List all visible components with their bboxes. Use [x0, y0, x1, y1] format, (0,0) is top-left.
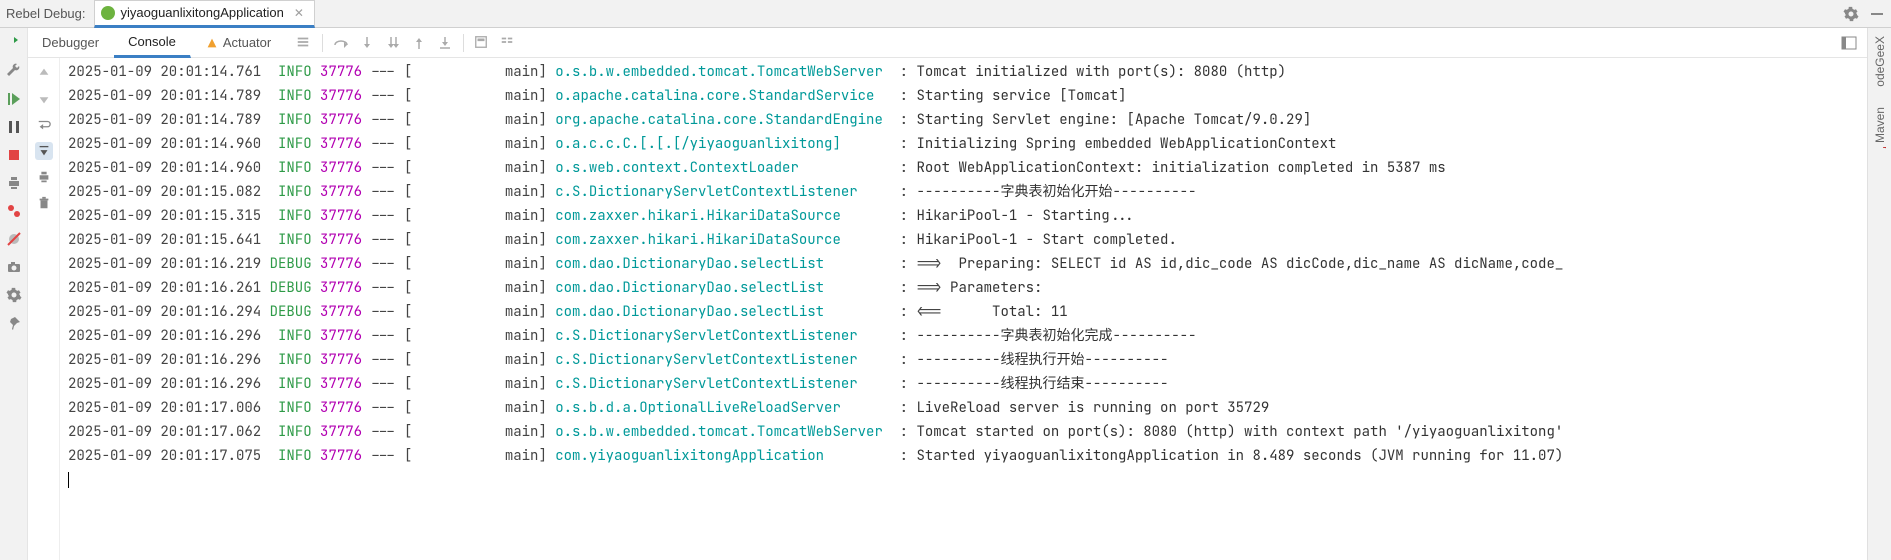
- right-tool-rail: odeGeeX m Maven: [1867, 28, 1891, 560]
- evaluate-icon[interactable]: [474, 35, 490, 51]
- log-line: 2025-01-09 20:01:16.296 INFO 37776 --- […: [68, 372, 1859, 396]
- log-line: 2025-01-09 20:01:14.789 INFO 37776 --- […: [68, 84, 1859, 108]
- maven-icon: m: [1874, 147, 1886, 159]
- debug-title-label: Rebel Debug:: [6, 6, 86, 21]
- debug-title-bar: Rebel Debug: yiyaoguanlixitongApplicatio…: [0, 0, 1891, 28]
- camera-icon[interactable]: [5, 258, 23, 276]
- log-line: 2025-01-09 20:01:15.641 INFO 37776 --- […: [68, 228, 1859, 252]
- debug-left-toolbar: [0, 28, 28, 560]
- soft-wrap-icon[interactable]: [35, 116, 53, 134]
- step-out-icon[interactable]: [411, 35, 427, 51]
- force-step-into-icon[interactable]: [385, 35, 401, 51]
- input-caret[interactable]: [68, 468, 1859, 488]
- codegeex-label: odeGeeX: [1873, 36, 1887, 87]
- show-exec-point-icon[interactable]: [296, 35, 312, 51]
- pause-icon[interactable]: [5, 118, 23, 136]
- tab-actuator-label: Actuator: [223, 35, 271, 50]
- print-icon[interactable]: [5, 174, 23, 192]
- layout-settings-icon[interactable]: [1841, 35, 1857, 51]
- log-line: 2025-01-09 20:01:16.261 DEBUG 37776 --- …: [68, 276, 1859, 300]
- gear-icon[interactable]: [5, 286, 23, 304]
- log-line: 2025-01-09 20:01:16.294 DEBUG 37776 --- …: [68, 300, 1859, 324]
- resume-icon[interactable]: [5, 90, 23, 108]
- run-config-name: yiyaoguanlixitongApplication: [121, 5, 284, 20]
- run-to-cursor-icon[interactable]: [437, 35, 453, 51]
- tab-debugger[interactable]: Debugger: [28, 28, 114, 58]
- log-line: 2025-01-09 20:01:14.761 INFO 37776 --- […: [68, 60, 1859, 84]
- settings-icon[interactable]: [1843, 6, 1859, 22]
- pin-icon[interactable]: [5, 314, 23, 332]
- trace-icon[interactable]: [500, 35, 516, 51]
- arrow-up-icon[interactable]: [35, 64, 53, 82]
- tab-debugger-label: Debugger: [42, 35, 99, 50]
- tab-actuator[interactable]: Actuator: [191, 28, 286, 58]
- view-breakpoints-icon[interactable]: [5, 202, 23, 220]
- codegeex-tool-button[interactable]: odeGeeX: [1873, 36, 1887, 87]
- spring-boot-icon: [101, 6, 115, 20]
- log-line: 2025-01-09 20:01:14.960 INFO 37776 --- […: [68, 156, 1859, 180]
- log-line: 2025-01-09 20:01:15.315 INFO 37776 --- […: [68, 204, 1859, 228]
- close-tab-icon[interactable]: ✕: [294, 6, 304, 20]
- svg-text:m: m: [1880, 147, 1886, 149]
- wrench-icon[interactable]: [5, 62, 23, 80]
- maven-tool-button[interactable]: m Maven: [1873, 107, 1887, 159]
- stop-icon[interactable]: [5, 146, 23, 164]
- step-into-icon[interactable]: [359, 35, 375, 51]
- log-line: 2025-01-09 20:01:16.296 INFO 37776 --- […: [68, 324, 1859, 348]
- console-output[interactable]: 2025-01-09 20:01:14.761 INFO 37776 --- […: [60, 58, 1867, 560]
- debug-tool-tabs-row: Debugger Console Actuator: [28, 28, 1867, 58]
- log-line: 2025-01-09 20:01:14.960 INFO 37776 --- […: [68, 132, 1859, 156]
- log-line: 2025-01-09 20:01:16.219 DEBUG 37776 --- …: [68, 252, 1859, 276]
- tab-console-label: Console: [128, 34, 176, 49]
- minimize-icon[interactable]: [1869, 6, 1885, 22]
- mute-breakpoints-icon[interactable]: [5, 230, 23, 248]
- scroll-to-end-icon[interactable]: [35, 142, 53, 160]
- maven-label: Maven: [1873, 107, 1887, 143]
- print-console-icon[interactable]: [35, 168, 53, 186]
- clear-all-icon[interactable]: [35, 194, 53, 212]
- log-line: 2025-01-09 20:01:14.789 INFO 37776 --- […: [68, 108, 1859, 132]
- rerun-icon[interactable]: [5, 34, 23, 52]
- run-config-tab[interactable]: yiyaoguanlixitongApplication ✕: [94, 0, 315, 28]
- tab-console[interactable]: Console: [114, 28, 191, 58]
- log-line: 2025-01-09 20:01:17.062 INFO 37776 --- […: [68, 420, 1859, 444]
- arrow-down-icon[interactable]: [35, 90, 53, 108]
- console-side-toolbar: [28, 58, 60, 560]
- log-line: 2025-01-09 20:01:16.296 INFO 37776 --- […: [68, 348, 1859, 372]
- log-line: 2025-01-09 20:01:15.082 INFO 37776 --- […: [68, 180, 1859, 204]
- log-line: 2025-01-09 20:01:17.006 INFO 37776 --- […: [68, 396, 1859, 420]
- step-over-icon[interactable]: [333, 35, 349, 51]
- log-line: 2025-01-09 20:01:17.075 INFO 37776 --- […: [68, 444, 1859, 468]
